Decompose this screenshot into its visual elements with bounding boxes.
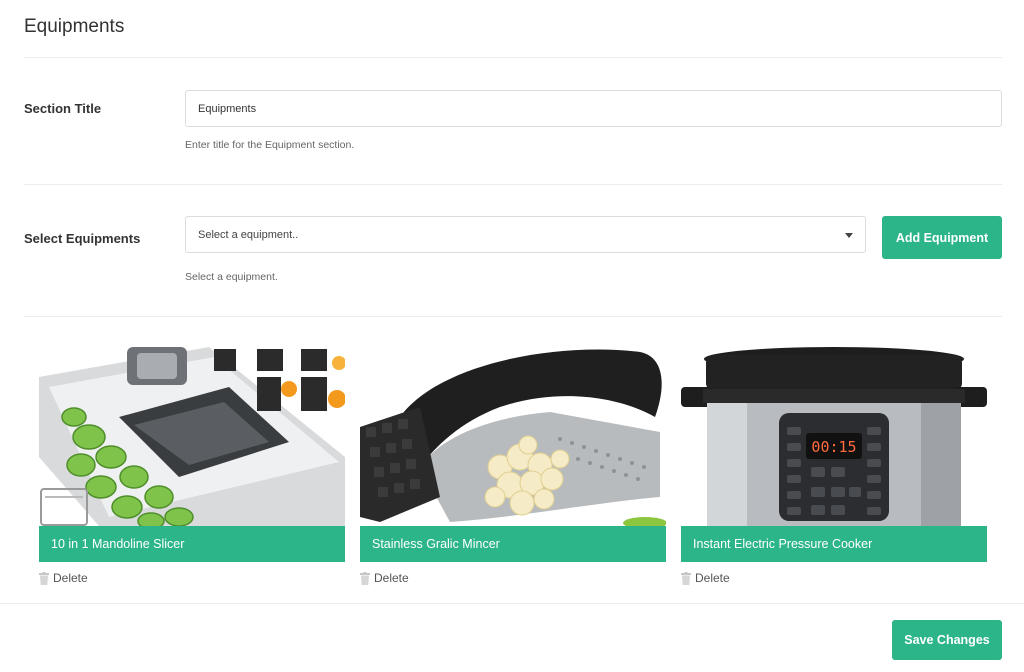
section-title-label: Section Title — [24, 101, 102, 116]
equipment-select-placeholder: Select a equipment.. — [198, 228, 299, 241]
equipment-card-title: 10 in 1 Mandoline Slicer — [39, 526, 345, 562]
delete-label: Delete — [53, 571, 88, 585]
page-title: Equipments — [24, 16, 125, 37]
chevron-down-icon — [845, 233, 853, 238]
trash-icon — [681, 571, 691, 585]
pressure-cooker-image: 00:15 — [681, 347, 987, 526]
equipment-list: 10 in 1 Mandoline Slicer Delete Stainles… — [39, 347, 987, 585]
section-title-help: Enter title for the Equipment section. — [185, 139, 355, 151]
equipment-card: 10 in 1 Mandoline Slicer Delete — [39, 347, 345, 585]
mandoline-slicer-image — [39, 347, 345, 526]
svg-text:00:15: 00:15 — [811, 438, 856, 456]
garlic-mincer-image — [360, 347, 666, 526]
equipment-card: Stainless Gralic Mincer Delete — [360, 347, 666, 585]
delete-button[interactable]: Delete — [681, 571, 987, 585]
delete-label: Delete — [374, 571, 409, 585]
select-equipments-label: Select Equipments — [24, 231, 141, 246]
add-equipment-button[interactable]: Add Equipment — [882, 216, 1002, 259]
select-equipments-help: Select a equipment. — [185, 271, 278, 283]
divider — [24, 184, 1002, 185]
trash-icon — [39, 571, 49, 585]
delete-label: Delete — [695, 571, 730, 585]
delete-button[interactable]: Delete — [360, 571, 666, 585]
delete-button[interactable]: Delete — [39, 571, 345, 585]
equipment-select[interactable]: Select a equipment.. — [185, 216, 866, 253]
equipment-card: 00:15 Instant Electric Pressure Cooker D… — [681, 347, 987, 585]
save-changes-button[interactable]: Save Changes — [892, 620, 1002, 660]
divider — [0, 603, 1024, 604]
equipment-card-title: Stainless Gralic Mincer — [360, 526, 666, 562]
section-title-input[interactable] — [185, 90, 1002, 127]
divider — [24, 57, 1002, 58]
trash-icon — [360, 571, 370, 585]
equipment-card-title: Instant Electric Pressure Cooker — [681, 526, 987, 562]
divider — [24, 316, 1002, 317]
